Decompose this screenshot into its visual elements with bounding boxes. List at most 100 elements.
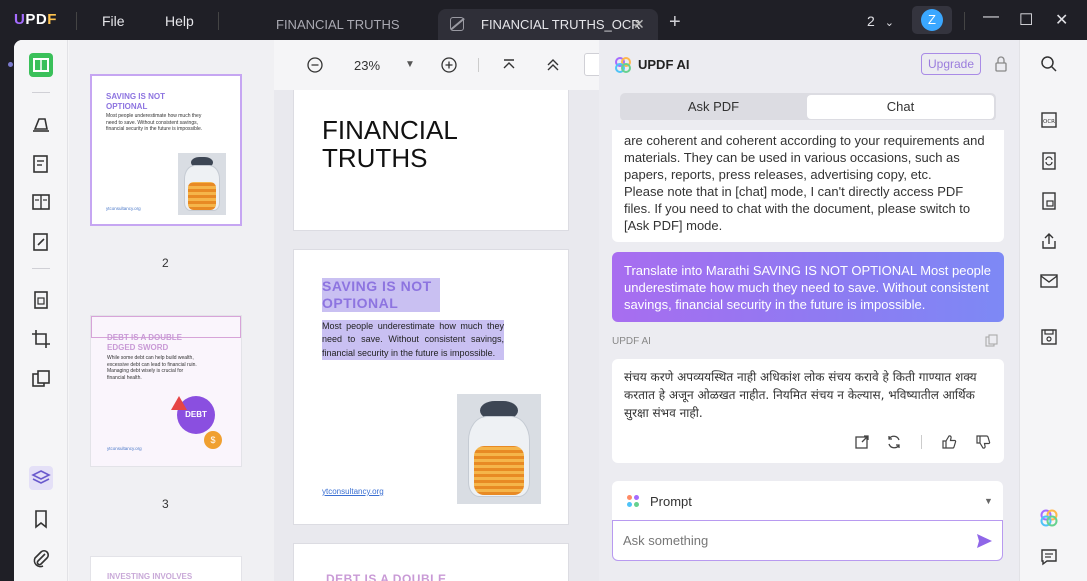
zoom-level[interactable]: 23% [354, 58, 380, 73]
document-ocr-icon [450, 17, 464, 31]
account-button[interactable]: Z [912, 6, 952, 34]
updf-ai-logo-icon [615, 57, 631, 73]
divider [921, 435, 922, 449]
page-heading: FINANCIAL TRUTHS [322, 116, 458, 172]
upgrade-button[interactable]: Upgrade [921, 53, 981, 75]
menu-file[interactable]: File [102, 13, 125, 29]
page-title: DEBT IS A DOUBLE [326, 572, 447, 581]
divider [964, 12, 965, 30]
message-paragraph: are coherent and coherent according to y… [624, 133, 985, 182]
lock-icon[interactable] [995, 56, 1007, 72]
svg-text:OCR: OCR [1043, 119, 1055, 125]
close-window-icon[interactable]: ✕ [1055, 10, 1068, 30]
page-count-dropdown[interactable]: 2 ⌄ [867, 13, 894, 29]
document-page-2: SAVING IS NOT OPTIONAL Most people under… [293, 249, 569, 525]
regenerate-icon[interactable] [886, 434, 902, 450]
zoom-out-icon[interactable] [305, 55, 325, 75]
edit-pdf-icon[interactable] [29, 152, 53, 176]
page-heading-line: TRUTHS [322, 143, 428, 173]
ask-input[interactable] [612, 520, 1003, 561]
dollar-coin-icon: $ [204, 431, 222, 449]
tab-financial-truths[interactable]: FINANCIAL TRUTHS [276, 9, 426, 40]
reply-text: संचय करणे अपव्ययस्थित नाही अधिकांश लोक स… [624, 370, 977, 420]
tab-label: FINANCIAL TRUTHS [276, 17, 400, 32]
thumbnail-page-3[interactable]: DEBT IS A DOUBLE EDGED SWORD While some … [90, 315, 242, 467]
left-toolbar [14, 40, 68, 581]
compare-pages-icon[interactable] [29, 367, 53, 391]
reader-mode-icon[interactable] [29, 53, 53, 77]
page-number: 3 [162, 497, 169, 511]
thumbs-down-icon[interactable] [975, 434, 991, 450]
protect-icon[interactable] [1039, 191, 1059, 211]
convert-pdf-icon[interactable] [29, 288, 53, 312]
right-toolbar: OCR [1019, 40, 1087, 581]
view-toolbar: 23% ▼ [274, 40, 604, 90]
caret-down-icon[interactable]: ▼ [405, 59, 415, 70]
convert-icon[interactable] [1039, 151, 1059, 171]
thumbnail-title: SAVING IS NOT OPTIONAL [106, 92, 165, 111]
divider [478, 58, 479, 72]
maximize-icon[interactable]: ☐ [1019, 10, 1033, 30]
close-tab-icon[interactable]: ✕ [633, 16, 645, 33]
caret-down-icon: ▼ [984, 496, 993, 506]
email-icon[interactable] [1039, 271, 1059, 291]
main-workspace: SAVING IS NOT OPTIONAL Most people under… [14, 40, 1087, 581]
assistant-label: UPDF AI [612, 336, 651, 347]
comments-icon[interactable] [1039, 547, 1059, 567]
updf-ai-icon[interactable] [1039, 508, 1059, 528]
search-icon[interactable] [1039, 54, 1059, 74]
zoom-in-icon[interactable] [439, 55, 459, 75]
thumbnail-link: ytconsultancy.org [106, 206, 141, 211]
copy-icon[interactable] [985, 334, 998, 347]
app-logo: UPDF [14, 11, 57, 28]
page-link[interactable]: ytconsultancy.org [322, 487, 384, 496]
avatar: Z [921, 9, 943, 31]
divider [218, 12, 219, 30]
divider [32, 268, 50, 269]
menu-help[interactable]: Help [165, 13, 194, 29]
ai-panel-title: UPDF AI [638, 57, 690, 72]
save-icon[interactable] [1039, 327, 1059, 347]
crop-pages-icon[interactable] [29, 327, 53, 351]
thumbs-up-icon[interactable] [941, 434, 957, 450]
open-external-icon[interactable] [854, 434, 870, 450]
prompt-selector[interactable]: Prompt ▼ [612, 481, 1003, 521]
thumbnail-page-2[interactable]: SAVING IS NOT OPTIONAL Most people under… [90, 74, 242, 226]
page-thumbnails-panel: SAVING IS NOT OPTIONAL Most people under… [69, 40, 274, 581]
updf-ai-panel: UPDF AI Upgrade Ask PDF Chat are coheren… [599, 40, 1019, 581]
thumbnail-body: Most people underestimate how much they … [106, 113, 203, 132]
bookmark-icon[interactable] [29, 507, 53, 531]
sidebar-indicator [8, 62, 13, 67]
chevron-down-icon: ⌄ [884, 17, 894, 29]
document-viewer: FINANCIAL TRUTHS SAVING IS NOT OPTIONAL … [274, 40, 604, 581]
first-page-icon[interactable] [499, 55, 519, 75]
share-icon[interactable] [1039, 231, 1059, 251]
savings-jar-image [178, 153, 226, 215]
new-tab-button[interactable]: + [669, 11, 681, 34]
page-title-highlighted[interactable]: SAVING IS NOT OPTIONAL [322, 278, 440, 312]
warning-icon [171, 396, 187, 410]
minimize-icon[interactable]: — [983, 8, 999, 26]
savings-jar-image [457, 394, 541, 504]
thumbnail-link: ytconsultancy.org [107, 446, 142, 451]
previous-page-icon[interactable] [543, 55, 563, 75]
tab-label: FINANCIAL TRUTHS_OCR [481, 17, 641, 32]
ocr-icon[interactable]: OCR [1039, 110, 1059, 130]
assistant-message: are coherent and coherent according to y… [612, 120, 1004, 242]
prompt-grid-icon [627, 495, 639, 507]
organize-pages-icon[interactable] [29, 190, 53, 214]
page-count-value: 2 [867, 13, 875, 29]
page-body-highlighted[interactable]: Most people underestimate how much they … [322, 320, 504, 360]
thumbnail-title: INVESTING INVOLVES [107, 572, 193, 581]
tab-ask-pdf[interactable]: Ask PDF [622, 95, 805, 119]
tab-financial-truths-ocr[interactable]: FINANCIAL TRUTHS_OCR ✕ [438, 9, 658, 40]
layers-icon[interactable] [29, 466, 53, 490]
send-icon[interactable] [975, 532, 993, 550]
form-fill-icon[interactable] [29, 230, 53, 254]
thumbnail-page-4[interactable]: INVESTING INVOLVES [90, 556, 242, 581]
attachment-icon[interactable] [29, 547, 53, 571]
page-number: 2 [162, 256, 169, 270]
title-bar: UPDF File Help FINANCIAL TRUTHS FINANCIA… [0, 0, 1087, 40]
tab-chat[interactable]: Chat [807, 95, 994, 119]
comment-highlighter-icon[interactable] [29, 111, 53, 135]
